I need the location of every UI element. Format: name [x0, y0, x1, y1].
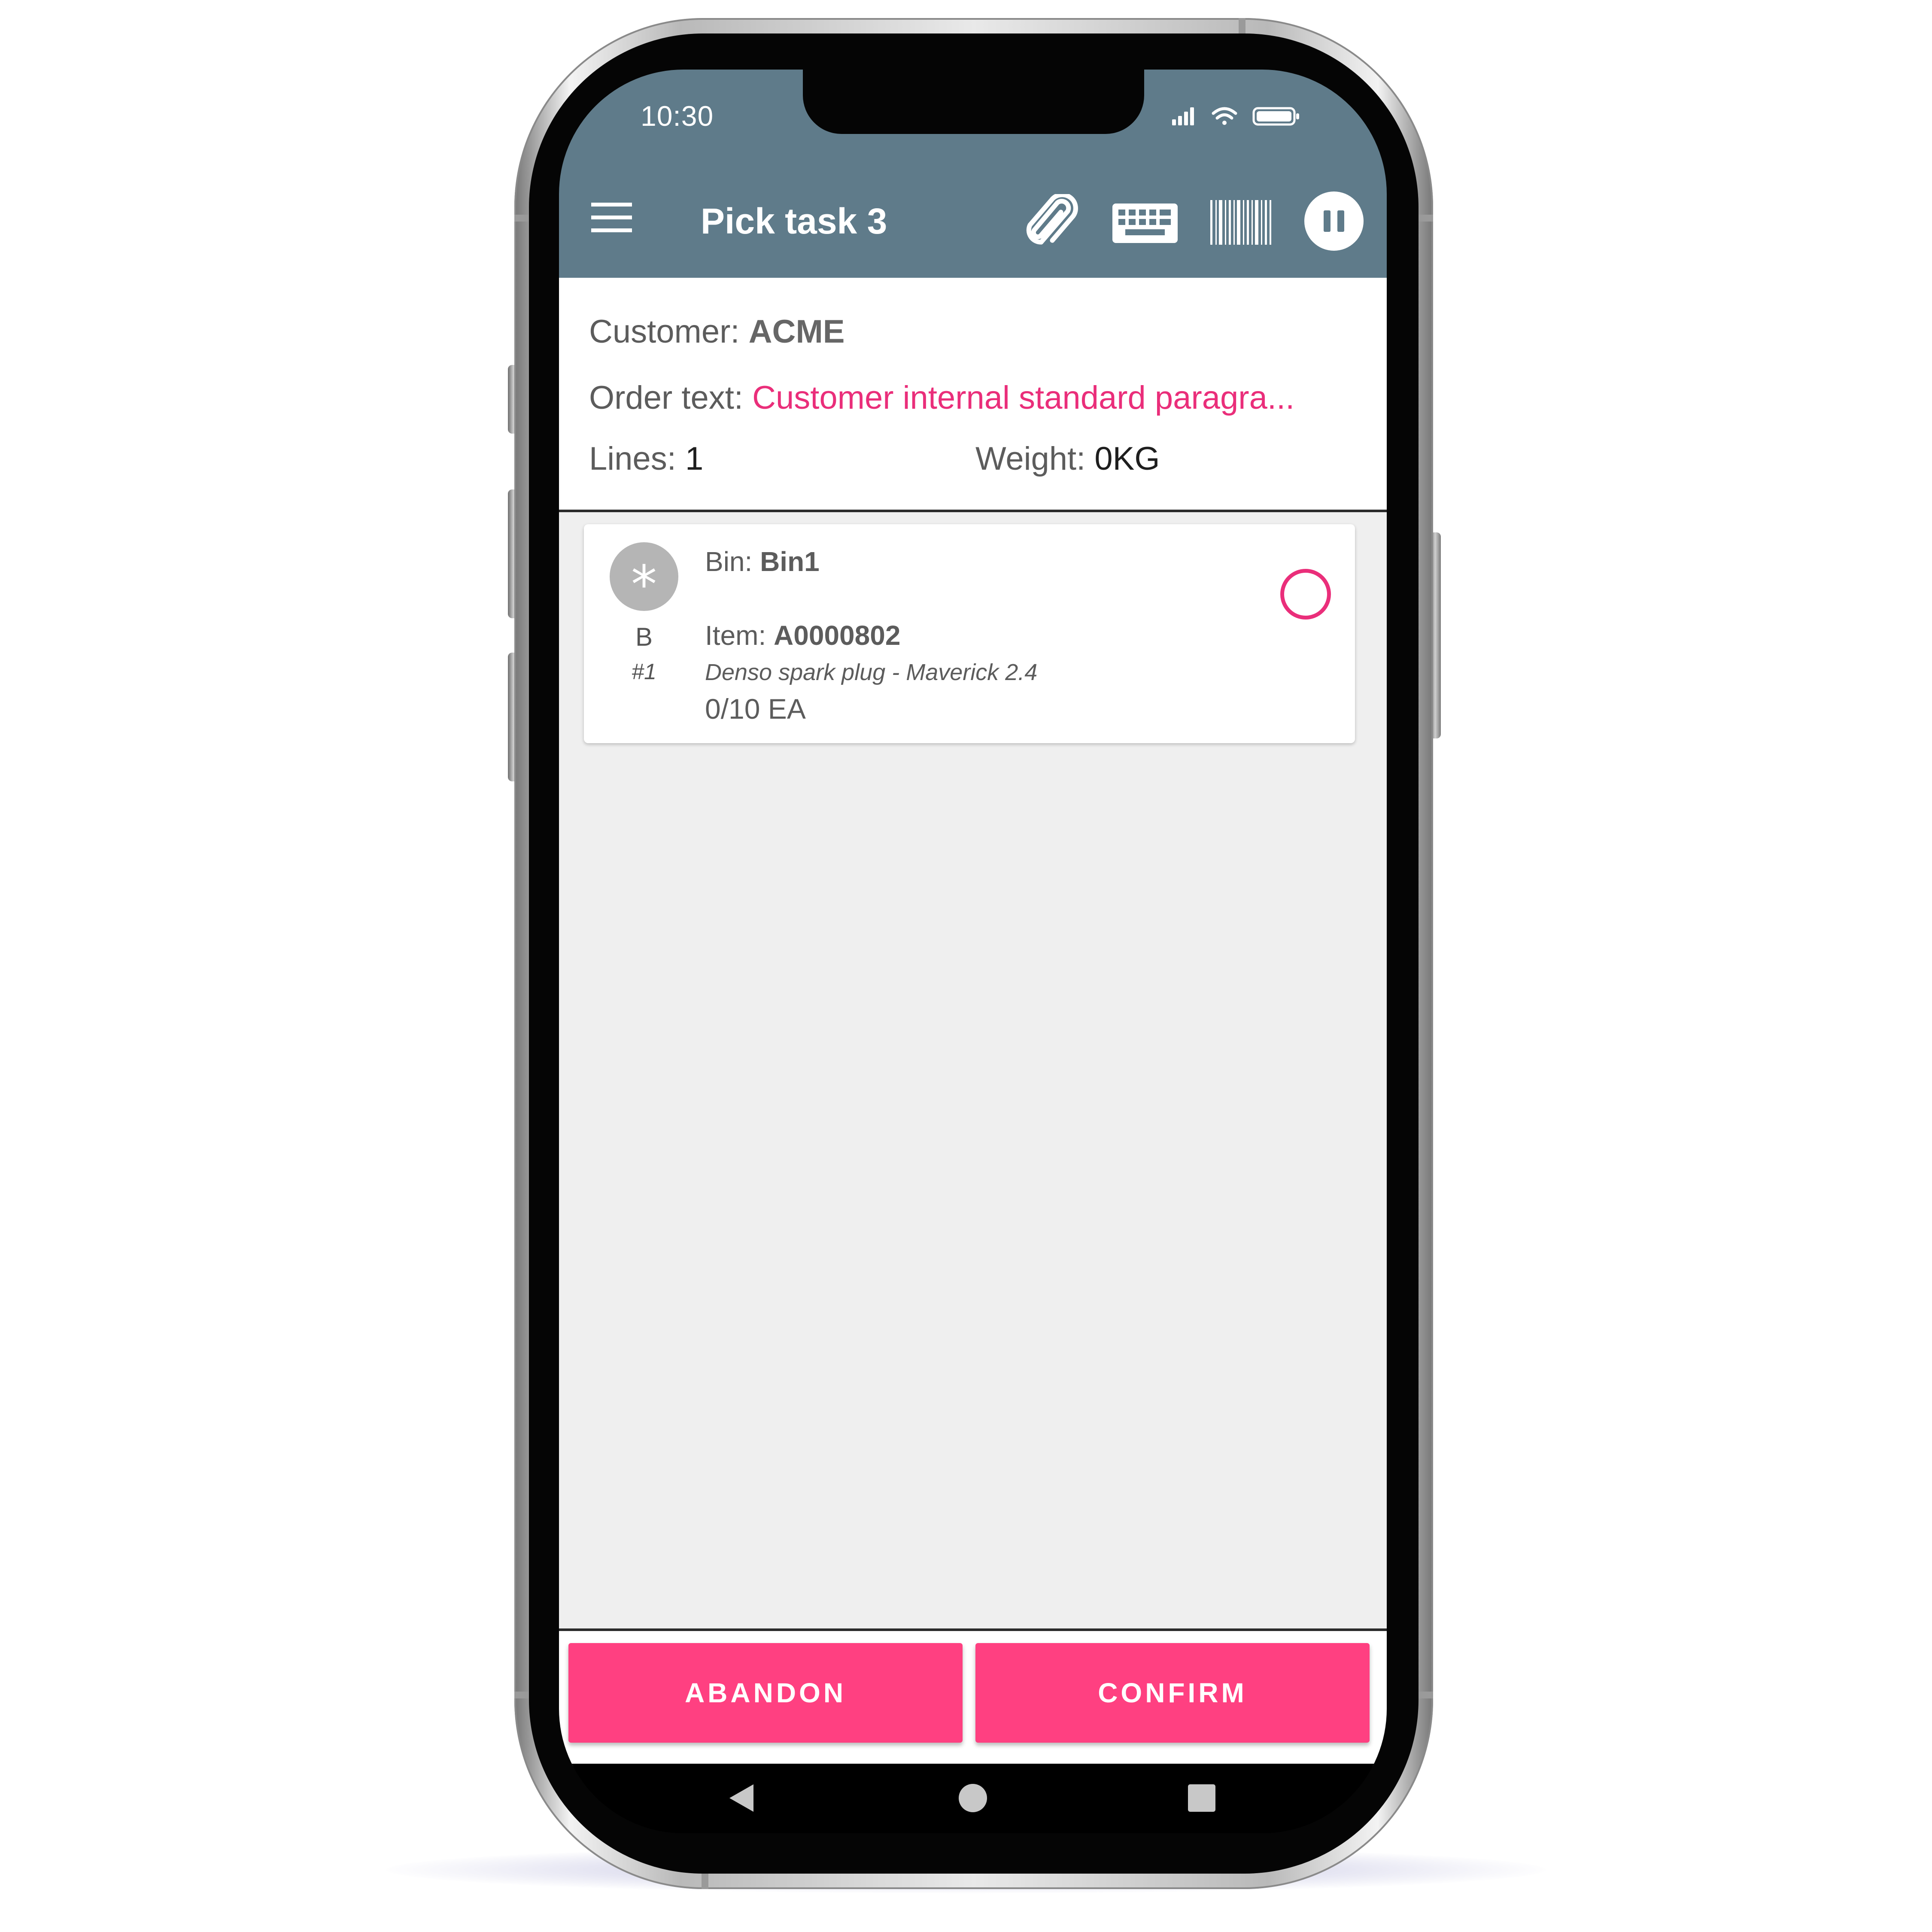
battery-icon — [1252, 107, 1299, 126]
camera-notch — [803, 70, 1144, 134]
weight-value: 0KG — [1094, 440, 1160, 477]
recents-icon[interactable] — [1185, 1781, 1219, 1815]
system-nav-bar — [559, 1764, 1387, 1833]
customer-value: ACME — [748, 313, 845, 350]
quantity: 0/10 EA — [705, 693, 806, 725]
status-time: 10:30 — [641, 100, 714, 132]
item-value: A0000802 — [774, 620, 901, 651]
antenna-line — [514, 1692, 530, 1698]
bin-row: Bin: Bin1 — [705, 546, 820, 577]
bin-value: Bin1 — [760, 546, 820, 577]
pause-button[interactable] — [1304, 191, 1364, 251]
task-summary: Customer: ACME Order text: Customer inte… — [559, 278, 1387, 512]
action-bar: ABANDON CONFIRM — [559, 1628, 1387, 1766]
abandon-button[interactable]: ABANDON — [568, 1643, 963, 1743]
pick-line-card[interactable]: * B #1 Bin: Bin1 Item: A0000802 Denso sp… — [584, 524, 1355, 743]
line-avatar: * — [610, 542, 678, 615]
item-row: Item: A0000802 — [705, 620, 900, 651]
menu-icon[interactable] — [591, 203, 632, 233]
lines-row: Lines: 1 — [589, 440, 703, 477]
lines-label: Lines: — [589, 440, 676, 477]
home-icon[interactable] — [956, 1781, 990, 1815]
item-description: Denso spark plug - Maverick 2.4 — [705, 659, 1038, 685]
back-icon[interactable] — [724, 1781, 759, 1815]
pick-status-checkbox[interactable] — [1280, 569, 1331, 620]
weight-label: Weight: — [975, 440, 1086, 477]
item-label: Item: — [705, 620, 766, 651]
antenna-line — [1418, 1692, 1433, 1698]
customer-row: Customer: ACME — [589, 313, 844, 350]
lines-value: 1 — [685, 440, 704, 477]
wifi-icon — [1212, 107, 1237, 125]
phone-screen: 10:30 Pick task 3 Customer: ACME Order t… — [559, 70, 1387, 1833]
pick-line-list: * B #1 Bin: Bin1 Item: A0000802 Denso sp… — [559, 512, 1387, 1628]
page-title: Pick task 3 — [701, 201, 887, 241]
pause-icon — [1324, 210, 1331, 232]
antenna-line — [1418, 215, 1433, 222]
order-text-value[interactable]: Customer internal standard paragra... — [752, 380, 1294, 416]
signal-icon — [1172, 107, 1194, 125]
antenna-line — [702, 1871, 708, 1889]
keyboard-icon[interactable] — [1111, 194, 1179, 250]
order-text-row[interactable]: Order text: Customer internal standard p… — [589, 379, 1294, 416]
page: 10:30 Pick task 3 Customer: ACME Order t… — [0, 0, 1932, 1932]
bin-label: Bin: — [705, 546, 753, 577]
antenna-line — [514, 215, 530, 222]
paperclip-icon[interactable] — [1025, 194, 1083, 250]
order-text-label: Order text: — [589, 380, 743, 416]
status-icons — [1172, 107, 1299, 126]
weight-row: Weight: 0KG — [975, 440, 1160, 477]
barcode-icon[interactable] — [1209, 194, 1274, 250]
line-number: #1 — [632, 659, 656, 684]
zone-label: B — [635, 623, 653, 651]
customer-label: Customer: — [589, 313, 740, 350]
confirm-button[interactable]: CONFIRM — [975, 1643, 1370, 1743]
